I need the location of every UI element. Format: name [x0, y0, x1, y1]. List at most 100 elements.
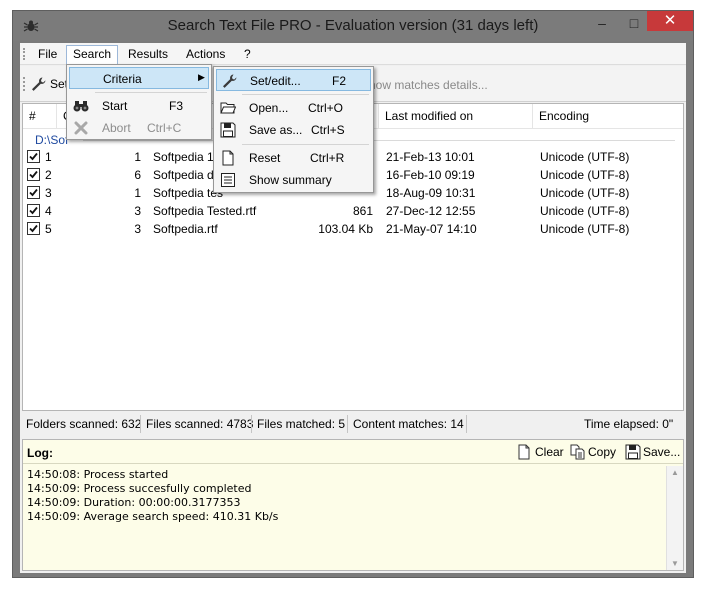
- log-line: 14:50:09: Process succesfully completed: [27, 482, 252, 495]
- maximize-button[interactable]: □: [621, 13, 647, 33]
- menu-help[interactable]: ?: [238, 46, 257, 63]
- row-match-count: 3: [134, 204, 141, 218]
- set-edit-shortcut: F2: [332, 74, 347, 88]
- row-file-size: 861: [352, 204, 373, 218]
- reset-label: Reset: [249, 151, 281, 165]
- floppy-icon: [220, 122, 236, 138]
- log-clear-label: Clear: [535, 445, 564, 459]
- menu-item-start[interactable]: Start F3: [69, 95, 209, 117]
- table-row[interactable]: 5 3 Softpedia.rtf 103.04 Kb 21-May-07 14:10 U…: [23, 220, 683, 238]
- reset-shortcut: Ctrl+R: [310, 151, 345, 165]
- submenu-arrow-icon: ▶: [198, 72, 205, 82]
- menu-separator: [242, 144, 369, 145]
- menu-item-set-edit[interactable]: Set/edit... F2: [216, 69, 371, 91]
- log-clear-button[interactable]: Clear: [517, 444, 564, 460]
- status-files-scanned: Files scanned: 4783: [146, 417, 254, 431]
- row-file-name: Softpedia 1.r: [153, 150, 222, 164]
- binoculars-icon: [73, 101, 89, 112]
- menu-separator: [242, 94, 369, 95]
- abort-shortcut: Ctrl+C: [147, 121, 182, 135]
- row-last-modified: 21-Feb-13 10:01: [386, 150, 475, 164]
- set-criteria-button[interactable]: Set: [30, 76, 68, 92]
- menu-file[interactable]: File: [32, 46, 63, 63]
- status-separator: [466, 415, 467, 433]
- row-match-count: 3: [134, 222, 141, 236]
- row-encoding: Unicode (UTF-8): [540, 186, 630, 200]
- start-shortcut: F3: [169, 99, 184, 113]
- copy-icon: [570, 444, 585, 460]
- close-button[interactable]: ✕: [647, 11, 693, 31]
- row-encoding: Unicode (UTF-8): [540, 168, 630, 182]
- log-save-label: Save...: [643, 445, 681, 459]
- row-checkbox[interactable]: [27, 168, 40, 181]
- table-row[interactable]: 4 3 Softpedia Tested.rtf 861 27-Dec-12 12:55…: [23, 202, 683, 220]
- column-encoding[interactable]: Encoding: [533, 104, 683, 129]
- row-last-modified: 16-Feb-10 09:19: [386, 168, 475, 182]
- status-separator: [140, 415, 141, 433]
- row-match-count: 1: [134, 186, 141, 200]
- window-title: Search Text File PRO - Evaluation versio…: [167, 17, 539, 34]
- checkmark-icon: [29, 188, 38, 197]
- row-number: 3: [45, 186, 52, 200]
- criteria-submenu: Set/edit... F2 Open... Ctrl+O Save as...…: [213, 66, 374, 193]
- search-menu-dropdown: Criteria ▶ Start F3 Abort Ctrl+C: [66, 64, 212, 140]
- menu-bar: File Search Results Actions ?: [20, 43, 686, 65]
- menu-actions[interactable]: Actions: [180, 46, 231, 63]
- log-line: 14:50:09: Duration: 00:00:00.3177353: [27, 496, 241, 509]
- status-separator: [251, 415, 252, 433]
- menu-item-save-as[interactable]: Save as... Ctrl+S: [216, 119, 371, 141]
- start-label: Start: [102, 99, 128, 113]
- status-separator: [347, 415, 348, 433]
- row-checkbox[interactable]: [27, 222, 40, 235]
- row-last-modified: 27-Dec-12 12:55: [386, 204, 476, 218]
- row-encoding: Unicode (UTF-8): [540, 204, 630, 218]
- checkmark-icon: [29, 170, 38, 179]
- log-line: 14:50:08: Process started: [27, 468, 169, 481]
- new-document-icon: [222, 150, 234, 166]
- open-label: Open...: [249, 101, 289, 115]
- scroll-up-arrow[interactable]: ▲: [671, 468, 679, 477]
- folder-path[interactable]: D:\Sof: [35, 133, 68, 147]
- minimize-button[interactable]: –: [589, 13, 615, 33]
- title-bar[interactable]: Search Text File PRO - Evaluation versio…: [13, 11, 693, 41]
- row-number: 2: [45, 168, 52, 182]
- show-matches-details-button[interactable]: Show matches details...: [361, 78, 488, 92]
- row-checkbox[interactable]: [27, 150, 40, 163]
- menu-item-reset[interactable]: Reset Ctrl+R: [216, 147, 371, 169]
- abort-x-icon: [74, 121, 88, 135]
- abort-label: Abort: [102, 121, 131, 135]
- toolbar-grip[interactable]: [23, 77, 25, 91]
- menu-grip[interactable]: [23, 48, 25, 60]
- menu-item-show-summary[interactable]: Show summary: [216, 169, 371, 191]
- scroll-down-arrow[interactable]: ▼: [671, 559, 679, 568]
- status-bar: Folders scanned: 632 Files scanned: 4783…: [22, 412, 684, 436]
- checkmark-icon: [29, 206, 38, 215]
- row-number: 5: [45, 222, 52, 236]
- column-number[interactable]: #: [23, 104, 57, 129]
- row-number: 4: [45, 204, 52, 218]
- menu-search[interactable]: Search: [66, 45, 119, 65]
- status-content-matches: Content matches: 14: [353, 417, 464, 431]
- menu-item-criteria[interactable]: Criteria ▶: [69, 67, 209, 89]
- row-checkbox[interactable]: [27, 204, 40, 217]
- menu-item-abort[interactable]: Abort Ctrl+C: [69, 117, 209, 139]
- menu-item-open[interactable]: Open... Ctrl+O: [216, 97, 371, 119]
- row-match-count: 6: [134, 168, 141, 182]
- log-line: 14:50:09: Average search speed: 410.31 K…: [27, 510, 279, 523]
- log-save-button[interactable]: Save...: [625, 444, 680, 460]
- log-header: Log: Clear Copy Save...: [23, 440, 683, 464]
- log-lines: 14:50:08: Process started 14:50:09: Proc…: [27, 468, 278, 524]
- group-divider: [83, 140, 675, 141]
- checkmark-icon: [29, 152, 38, 161]
- column-last-modified[interactable]: Last modified on: [379, 104, 533, 129]
- summary-icon: [221, 173, 235, 187]
- menu-results[interactable]: Results: [122, 46, 174, 63]
- status-files-matched: Files matched: 5: [257, 417, 346, 431]
- open-shortcut: Ctrl+O: [308, 101, 344, 115]
- set-edit-label: Set/edit...: [250, 74, 301, 88]
- row-match-count: 1: [134, 150, 141, 164]
- row-checkbox[interactable]: [27, 186, 40, 199]
- log-copy-button[interactable]: Copy: [570, 444, 616, 460]
- log-scrollbar[interactable]: ▲ ▼: [666, 466, 683, 570]
- floppy-icon: [625, 444, 641, 460]
